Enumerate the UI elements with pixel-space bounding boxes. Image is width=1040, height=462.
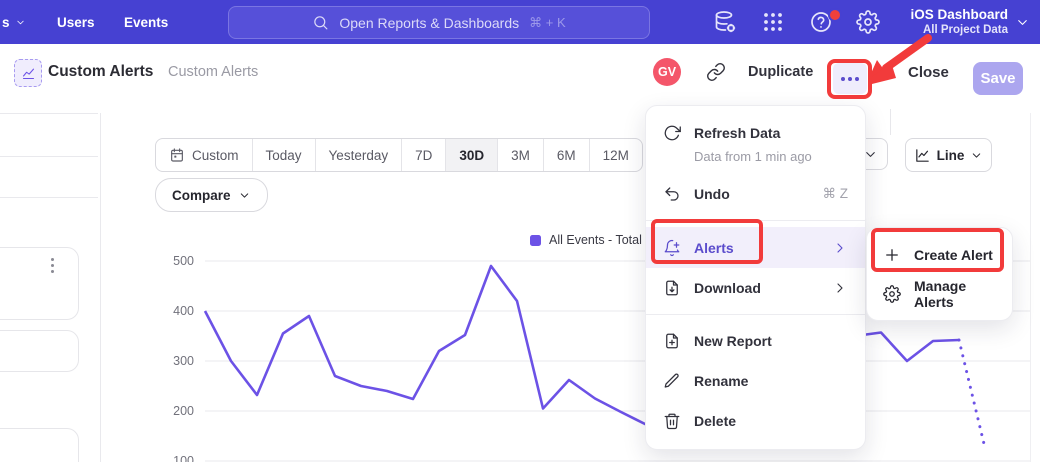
- more-options-menu: Refresh Data Data from 1 min ago Undo ⌘ …: [645, 105, 866, 450]
- menu-divider: [646, 314, 865, 315]
- pencil-icon: [663, 372, 681, 390]
- chart-legend[interactable]: All Events - Total: [530, 233, 642, 247]
- plus-icon: [883, 246, 901, 264]
- refresh-icon: [663, 124, 681, 142]
- alerts-submenu: Create Alert Manage Alerts: [866, 227, 1013, 321]
- submenu-item-create-alert[interactable]: Create Alert: [867, 235, 1012, 274]
- chevron-right-icon: [832, 240, 848, 256]
- refresh-status: Data from 1 min ago: [663, 148, 848, 166]
- series-line-incomplete-dotted: [959, 340, 985, 448]
- legend-swatch: [530, 235, 541, 246]
- undo-icon: [663, 185, 681, 203]
- legend-label: All Events - Total: [549, 233, 642, 247]
- menu-item-new-report[interactable]: New Report: [646, 321, 865, 361]
- menu-item-delete[interactable]: Delete: [646, 401, 865, 441]
- menu-item-undo[interactable]: Undo ⌘ Z: [646, 174, 865, 214]
- menu-item-refresh-data[interactable]: Refresh Data Data from 1 min ago: [646, 114, 865, 174]
- menu-divider: [646, 220, 865, 221]
- menu-item-download[interactable]: Download: [646, 268, 865, 308]
- app-window: 500400300200100 All Events - Total s Use…: [0, 0, 1040, 462]
- undo-shortcut: ⌘ Z: [823, 186, 849, 202]
- menu-item-rename[interactable]: Rename: [646, 361, 865, 401]
- menu-item-alerts[interactable]: Alerts: [646, 227, 865, 268]
- trash-icon: [663, 412, 681, 430]
- gear-icon: [883, 285, 901, 303]
- chevron-right-icon: [832, 280, 848, 296]
- download-file-icon: [663, 279, 681, 297]
- submenu-item-manage-alerts[interactable]: Manage Alerts: [867, 274, 1012, 313]
- bell-plus-icon: [663, 239, 681, 257]
- new-report-icon: [663, 332, 681, 350]
